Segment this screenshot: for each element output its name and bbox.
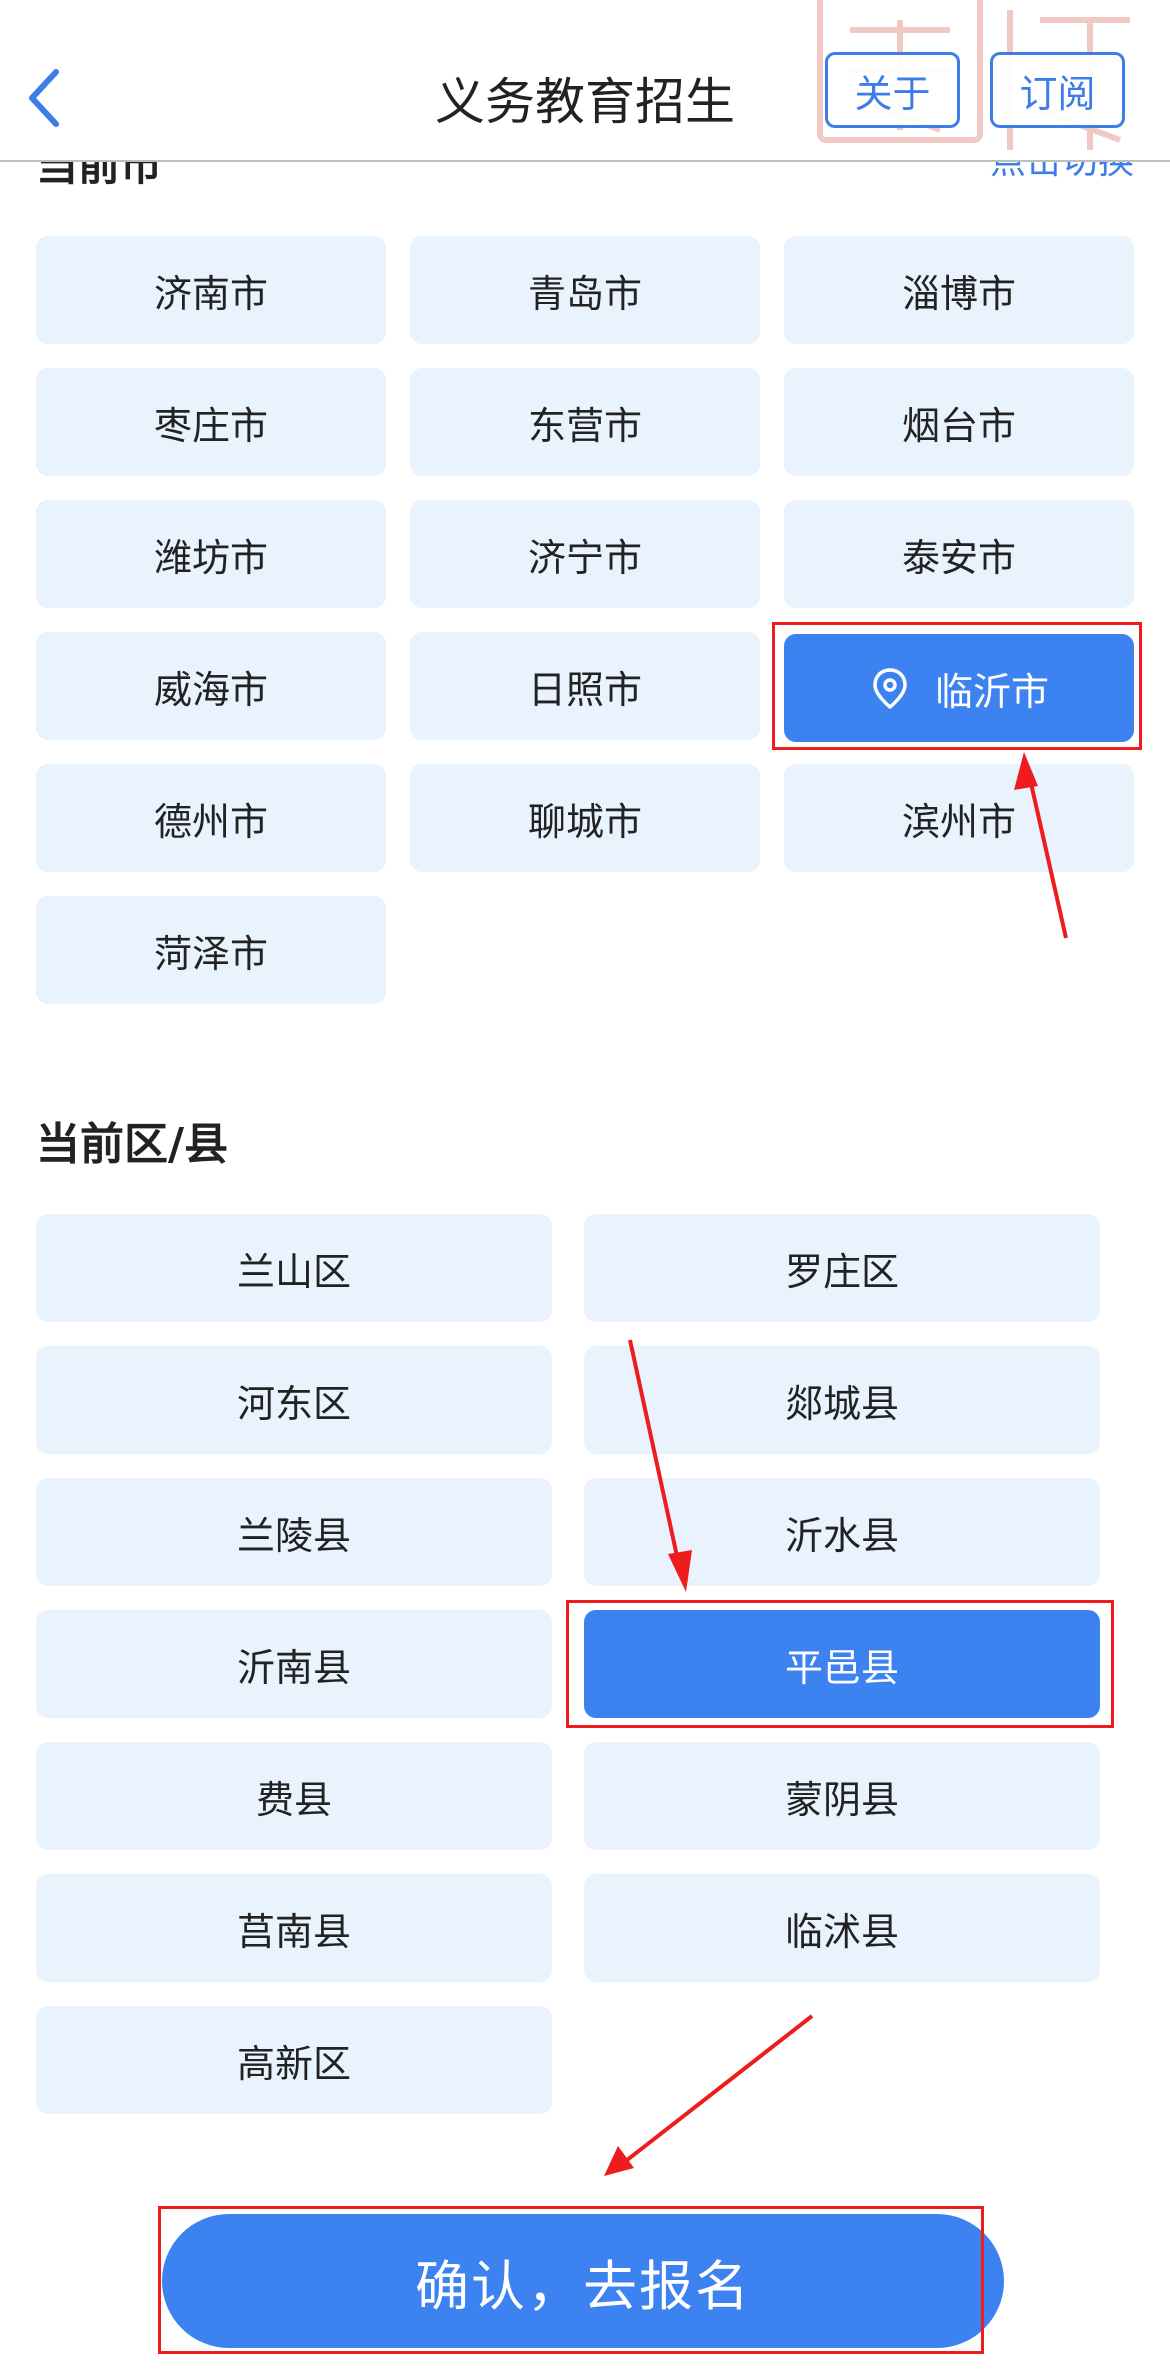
city-option[interactable]: 威海市	[36, 632, 386, 740]
county-option[interactable]: 沂水县	[584, 1478, 1100, 1586]
city-option[interactable]: 烟台市	[784, 368, 1134, 476]
city-option[interactable]: 聊城市	[410, 764, 760, 872]
county-option[interactable]: 兰山区	[36, 1214, 552, 1322]
city-option[interactable]: 淄博市	[784, 236, 1134, 344]
city-option[interactable]: 潍坊市	[36, 500, 386, 608]
city-option[interactable]: 德州市	[36, 764, 386, 872]
county-option[interactable]: 河东区	[36, 1346, 552, 1454]
county-option[interactable]: 罗庄区	[584, 1214, 1100, 1322]
county-option[interactable]: 高新区	[36, 2006, 552, 2114]
county-option[interactable]: 费县	[36, 1742, 552, 1850]
county-option[interactable]: 蒙阴县	[584, 1742, 1100, 1850]
annotation-box-confirm	[158, 2206, 984, 2354]
county-option[interactable]: 临沭县	[584, 1874, 1100, 1982]
annotation-arrowhead-confirm	[604, 2146, 634, 2176]
city-option[interactable]: 日照市	[410, 632, 760, 740]
city-option[interactable]: 菏泽市	[36, 896, 386, 1004]
county-section-heading: 当前区/县	[36, 1119, 229, 1170]
city-option[interactable]: 滨州市	[784, 764, 1134, 872]
annotation-box-city	[772, 622, 1142, 750]
city-option[interactable]: 济南市	[36, 236, 386, 344]
county-option[interactable]: 兰陵县	[36, 1478, 552, 1586]
city-option[interactable]: 济宁市	[410, 500, 760, 608]
annotation-box-county	[566, 1600, 1114, 1728]
county-option[interactable]: 莒南县	[36, 1874, 552, 1982]
county-option[interactable]: 沂南县	[36, 1610, 552, 1718]
county-option[interactable]: 郯城县	[584, 1346, 1100, 1454]
subscribe-button[interactable]: 订阅	[990, 52, 1125, 128]
about-button[interactable]: 关于	[825, 52, 960, 128]
city-option[interactable]: 枣庄市	[36, 368, 386, 476]
header-bar: 义务教育招生 关于 订阅	[0, 0, 1170, 162]
annotation-arrow-confirm	[620, 2014, 814, 2166]
city-option[interactable]: 泰安市	[784, 500, 1134, 608]
city-option[interactable]: 青岛市	[410, 236, 760, 344]
city-option[interactable]: 东营市	[410, 368, 760, 476]
